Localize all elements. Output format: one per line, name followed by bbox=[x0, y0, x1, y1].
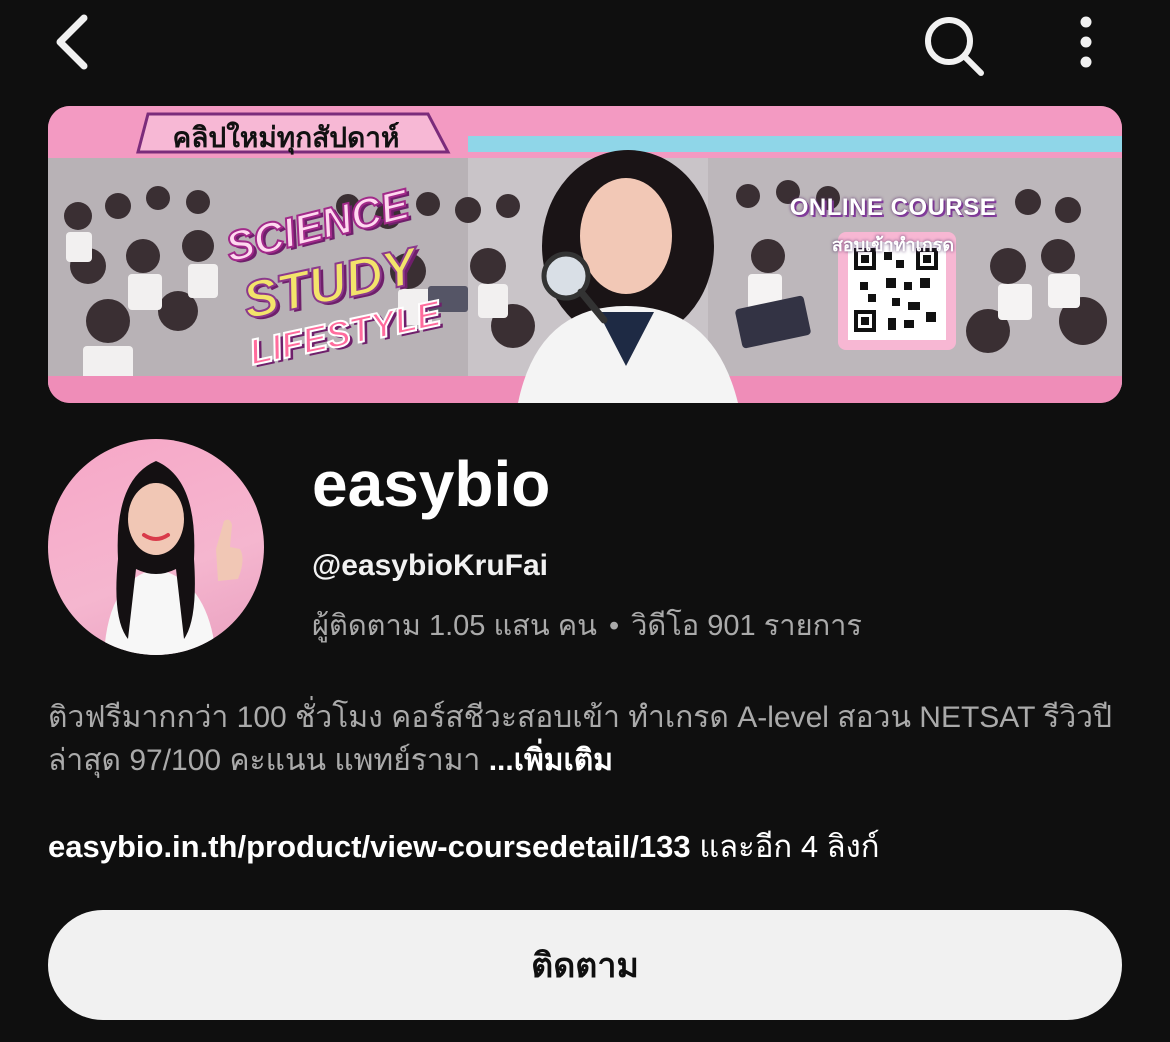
channel-page: คลิปใหม่ทุกสัปดาห์ SCIENCE STUDY LIFESTY… bbox=[0, 0, 1170, 1042]
subscribe-button[interactable]: ติดตาม bbox=[48, 910, 1122, 1020]
channel-avatar[interactable] bbox=[48, 439, 264, 655]
channel-name: easybio bbox=[312, 448, 551, 520]
channel-stats: ผู้ติดตาม 1.05 แสน คน • วิดีโอ 901 รายการ bbox=[312, 606, 862, 646]
avatar-portrait bbox=[104, 461, 243, 655]
channel-description[interactable]: ติวฟรีมากกว่า 100 ชั่วโมง คอร์สชีวะสอบเข… bbox=[48, 696, 1128, 782]
vertical-dots-icon bbox=[1080, 16, 1092, 68]
banner-course-title: ONLINE COURSE bbox=[789, 194, 997, 221]
search-icon bbox=[925, 17, 984, 76]
channel-handle: @easybioKruFai bbox=[312, 549, 548, 582]
subscriber-count: ผู้ติดตาม 1.05 แสน คน bbox=[312, 610, 597, 642]
banner-course-subtitle: สอบเข้าทำเกรด bbox=[831, 235, 955, 255]
video-count: วิดีโอ 901 รายการ bbox=[631, 610, 862, 642]
channel-link[interactable]: easybio.in.th/product/view-coursedetail/… bbox=[48, 829, 691, 864]
banner-headline: คลิปใหม่ทุกสัปดาห์ bbox=[172, 122, 400, 153]
channel-banner: คลิปใหม่ทุกสัปดาห์ SCIENCE STUDY LIFESTY… bbox=[48, 106, 1122, 403]
channel-links: easybio.in.th/product/view-coursedetail/… bbox=[48, 825, 880, 869]
more-options-button[interactable] bbox=[1058, 10, 1114, 74]
more-link[interactable]: ...เพิ่มเติม bbox=[489, 744, 613, 777]
stats-separator: • bbox=[608, 610, 620, 642]
more-links[interactable]: และอีก 4 ลิงก์ bbox=[691, 829, 879, 864]
search-button[interactable] bbox=[916, 8, 992, 84]
back-button[interactable] bbox=[40, 10, 104, 74]
chevron-left-icon bbox=[56, 14, 88, 70]
